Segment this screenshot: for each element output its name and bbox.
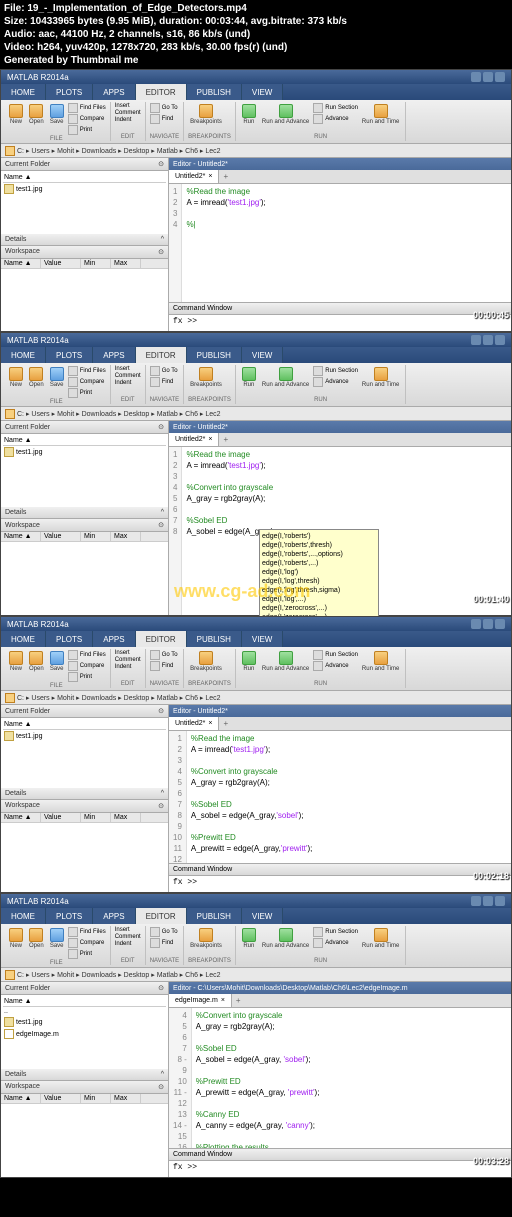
goto-button[interactable]: Go To	[150, 103, 179, 113]
close-btn[interactable]	[495, 72, 505, 82]
tab-editor[interactable]: EDITOR	[136, 84, 187, 100]
tab-home[interactable]: HOME	[1, 84, 46, 100]
print-button[interactable]: Print	[68, 125, 106, 135]
new-button[interactable]: New	[7, 103, 25, 135]
editor-tabstrip: Untitled2*× +	[169, 170, 511, 184]
titlebar: MATLAB R2014a	[1, 70, 511, 84]
current-folder-header: Current Folder⊙	[1, 158, 168, 171]
tab-apps[interactable]: APPS	[93, 84, 135, 100]
runadv-button[interactable]: Run and Advance	[260, 103, 311, 126]
insert-button[interactable]: Insert	[115, 103, 141, 109]
file-test1[interactable]: test1.jpg	[3, 183, 166, 195]
image-icon	[4, 184, 14, 194]
frame-1: MATLAB R2014a HOME PLOTS APPS EDITOR PUB…	[0, 69, 512, 332]
save-button[interactable]: Save	[48, 103, 66, 135]
command-window[interactable]: fx >>	[169, 315, 511, 331]
frame-2: MATLAB R2014a HOMEPLOTSAPPSEDITORPUBLISH…	[0, 332, 512, 616]
editor-header: Editor - Untitled2*	[169, 158, 511, 170]
video-metadata: File: 19_-_Implementation_of_Edge_Detect…	[0, 0, 512, 69]
min-btn[interactable]	[471, 72, 481, 82]
tab-view[interactable]: VIEW	[242, 84, 283, 100]
ribbon: New Open Save Find Files Compare Print F…	[1, 100, 511, 144]
frame-4: MATLAB R2014a HOMEPLOTSAPPSEDITORPUBLISH…	[0, 893, 512, 1178]
runtime-button[interactable]: Run and Time	[360, 103, 401, 126]
breakpoints-button[interactable]: Breakpoints	[188, 103, 224, 126]
details-header: Details^	[1, 234, 168, 246]
open-button[interactable]: Open	[27, 103, 46, 135]
code-editor[interactable]: 1234 %Read the image A = imread('test1.j…	[169, 184, 511, 302]
timestamp: 00:00:45	[473, 310, 509, 320]
runsection-button[interactable]: Run Section	[313, 103, 358, 113]
watermark: www.cg-ad.com	[174, 581, 310, 602]
frame-3: MATLAB R2014a HOMEPLOTSAPPSEDITORPUBLISH…	[0, 616, 512, 893]
compare-button[interactable]: Compare	[68, 114, 106, 124]
file-edgeimage[interactable]: edgeImage.m	[3, 1028, 166, 1040]
run-button[interactable]: Run	[240, 103, 258, 126]
command-window-header: Command Window	[169, 302, 511, 315]
tab-untitled2[interactable]: Untitled2*×	[169, 170, 219, 183]
tab-plots[interactable]: PLOTS	[46, 84, 93, 100]
tab-add[interactable]: +	[219, 170, 232, 183]
tab-edgeimage[interactable]: edgeImage.m×	[169, 994, 232, 1007]
advance-button[interactable]: Advance	[313, 114, 358, 124]
indent-button[interactable]: Indent	[115, 117, 141, 123]
breadcrumb[interactable]: C: ▸ Users ▸ Mohit ▸ Downloads ▸ Desktop…	[1, 144, 511, 158]
max-btn[interactable]	[483, 72, 493, 82]
folder-icon	[5, 146, 15, 156]
find-button[interactable]: Find	[150, 114, 179, 124]
workspace-columns: Name ▲ValueMinMax	[1, 259, 168, 269]
workspace-header: Workspace⊙	[1, 246, 168, 259]
comment-button[interactable]: Comment	[115, 110, 141, 116]
tab-close-icon[interactable]: ×	[208, 173, 212, 180]
findfiles-button[interactable]: Find Files	[68, 103, 106, 113]
menubar: HOME PLOTS APPS EDITOR PUBLISH VIEW	[1, 84, 511, 100]
tab-publish[interactable]: PUBLISH	[187, 84, 242, 100]
